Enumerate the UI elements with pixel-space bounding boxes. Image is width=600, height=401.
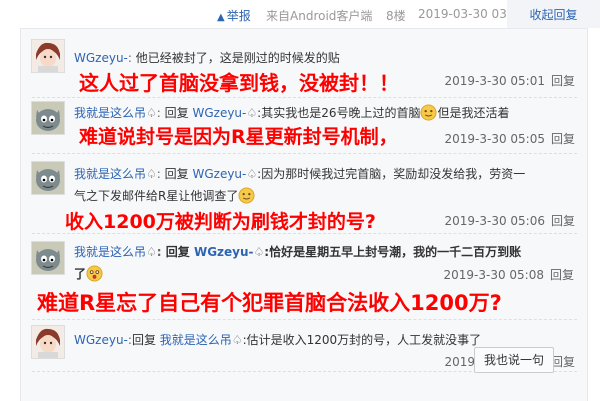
reply-text: 他已经被封了，这是刚过的时候发的贴 bbox=[135, 51, 340, 65]
reply-line: 我就是这么吊♤: 回复 WGzeyu-♤:因为那时候我过完首脑，奖励却没发给我，… bbox=[74, 165, 525, 182]
avatar[interactable] bbox=[31, 161, 65, 195]
reply-username[interactable]: 我就是这么吊 bbox=[74, 167, 146, 181]
reply-to-username[interactable]: WGzeyu- bbox=[192, 167, 246, 181]
reply-item: 我就是这么吊♤: 回复 WGzeyu-♤:其实我也是26号晚上过的首脑 但是我还活… bbox=[21, 97, 587, 153]
reply-prefix: 回复 bbox=[164, 106, 189, 120]
collapse-replies-button[interactable]: 收起回复 bbox=[507, 0, 600, 28]
reply-link[interactable]: 回复 bbox=[551, 132, 575, 146]
avatar[interactable] bbox=[31, 325, 65, 359]
reply-text: 恰好是星期五早上封号潮，我的一千二百万到账 bbox=[269, 245, 522, 259]
source-client-link[interactable]: Android客户端 bbox=[290, 9, 372, 23]
avatar[interactable] bbox=[31, 101, 65, 135]
reply-timestamp: 2019-3-30 05:06 bbox=[444, 214, 545, 228]
reply-username[interactable]: WGzeyu- bbox=[74, 333, 128, 347]
reply-username[interactable]: 我就是这么吊 bbox=[74, 106, 146, 120]
warning-icon: ▲ bbox=[217, 12, 225, 23]
reply-line: 我就是这么吊♤: 回复 WGzeyu-♤:恰好是星期五早上封号潮，我的一千二百万… bbox=[74, 243, 521, 260]
source-prefix: 来自 bbox=[266, 9, 291, 23]
user-badge-icon: ♤ bbox=[231, 333, 243, 347]
avatar[interactable] bbox=[31, 39, 65, 73]
reply-meta: 2019-3-30 05:06 回复 bbox=[444, 212, 575, 229]
reply-link[interactable]: 回复 bbox=[551, 355, 575, 369]
reply-line: 我就是这么吊♤: 回复 WGzeyu-♤:其实我也是26号晚上过的首脑 但是我还活… bbox=[74, 104, 509, 121]
reply-username[interactable]: WGzeyu- bbox=[74, 51, 128, 65]
report-link[interactable]: ▲ 举报 bbox=[217, 7, 251, 24]
reply-timestamp: 2019-3-30 05:08 bbox=[443, 268, 544, 282]
user-badge-icon: ♤ bbox=[146, 245, 157, 259]
post-footer-bar: ▲ 举报 来自Android客户端 8楼 2019-03-30 03:22 收起回… bbox=[0, 0, 600, 28]
user-badge-icon: ♤ bbox=[246, 167, 258, 181]
user-badge-icon: ♤ bbox=[246, 106, 258, 120]
reply-prefix: 回复 bbox=[165, 245, 190, 259]
reply-text: 其实我也是26号晚上过的首脑 bbox=[261, 106, 421, 120]
colon: : bbox=[127, 51, 136, 65]
reply-text-after-emoji: 但是我还活着 bbox=[437, 106, 510, 120]
reply-to-username[interactable]: WGzeyu- bbox=[192, 106, 246, 120]
reply-username[interactable]: 我就是这么吊 bbox=[74, 245, 146, 259]
reply-link[interactable]: 回复 bbox=[551, 74, 575, 88]
user-badge-icon: ♤ bbox=[253, 245, 265, 259]
reply-item: 我就是这么吊♤: 回复 WGzeyu-♤:因为那时候我过完首脑，奖励却没发给我，… bbox=[21, 153, 587, 233]
reply-text: 气之下发邮件给R星让他调查了 bbox=[74, 189, 239, 203]
annotation-text: 收入1200万被判断为刷钱才封的号? bbox=[65, 211, 376, 233]
colon: : bbox=[156, 167, 165, 181]
reply-line: WGzeyu-: 他已经被封了，这是刚过的时候发的贴 bbox=[74, 49, 340, 66]
reply-link[interactable]: 回复 bbox=[550, 268, 574, 282]
reply-timestamp: 2019-3-30 05:01 bbox=[444, 74, 545, 88]
avatar[interactable] bbox=[31, 241, 65, 275]
add-reply-button[interactable]: 我也说一句 bbox=[474, 347, 554, 373]
reply-prefix: 回复 bbox=[164, 167, 189, 181]
reply-text: 估计是收入1200万封的号，人工发就没事了 bbox=[246, 333, 482, 347]
reply-panel: WGzeyu-: 他已经被封了，这是刚过的时候发的贴 这人过了首脑没拿到钱，没被… bbox=[20, 28, 588, 401]
colon: : bbox=[156, 245, 166, 259]
reply-text: 因为那时候我过完首脑，奖励却没发给我，劳资一 bbox=[261, 167, 526, 181]
colon: : bbox=[156, 106, 165, 120]
reply-item: WGzeyu-: 他已经被封了，这是刚过的时候发的贴 这人过了首脑没拿到钱，没被… bbox=[21, 29, 587, 96]
reply-to-username[interactable]: 我就是这么吊 bbox=[160, 333, 232, 347]
reply-text: 了 bbox=[74, 267, 87, 281]
reply-meta: 2019-3-30 05:05 回复 bbox=[444, 130, 575, 147]
reply-to-username[interactable]: WGzeyu- bbox=[194, 245, 254, 259]
reply-prefix: 回复 bbox=[131, 333, 156, 347]
reply-meta: 2019-3-30 05:08 回复 bbox=[443, 266, 574, 283]
user-badge-icon: ♤ bbox=[146, 106, 157, 120]
floor-number: 8楼 bbox=[386, 9, 406, 23]
annotation-text: 难道说封号是因为R星更新封号机制， bbox=[79, 126, 398, 148]
reply-line-continued: 气之下发邮件给R星让他调查了 bbox=[74, 187, 255, 204]
smiley-emoji-icon bbox=[420, 104, 437, 121]
reply-line: WGzeyu-:回复 我就是这么吊♤:估计是收入1200万封的号，人工发就没事了 bbox=[74, 331, 481, 348]
annotation-text: 难道R星忘了自己有个犯罪首脑合法收入1200万? bbox=[37, 291, 502, 315]
reply-timestamp: 2019-3-30 05:05 bbox=[444, 132, 545, 146]
reply-line-continued: 了 bbox=[74, 265, 103, 282]
post-source: 来自Android客户端 bbox=[266, 7, 372, 24]
reply-meta: 2019-3-30 05:01 回复 bbox=[444, 72, 575, 89]
user-badge-icon: ♤ bbox=[146, 167, 157, 181]
report-label: 举报 bbox=[226, 9, 251, 23]
smiley-emoji-icon bbox=[86, 265, 103, 282]
reply-link[interactable]: 回复 bbox=[551, 214, 575, 228]
annotation-text: 这人过了首脑没拿到钱，没被封！！ bbox=[79, 71, 399, 95]
smiley-emoji-icon bbox=[238, 187, 255, 204]
